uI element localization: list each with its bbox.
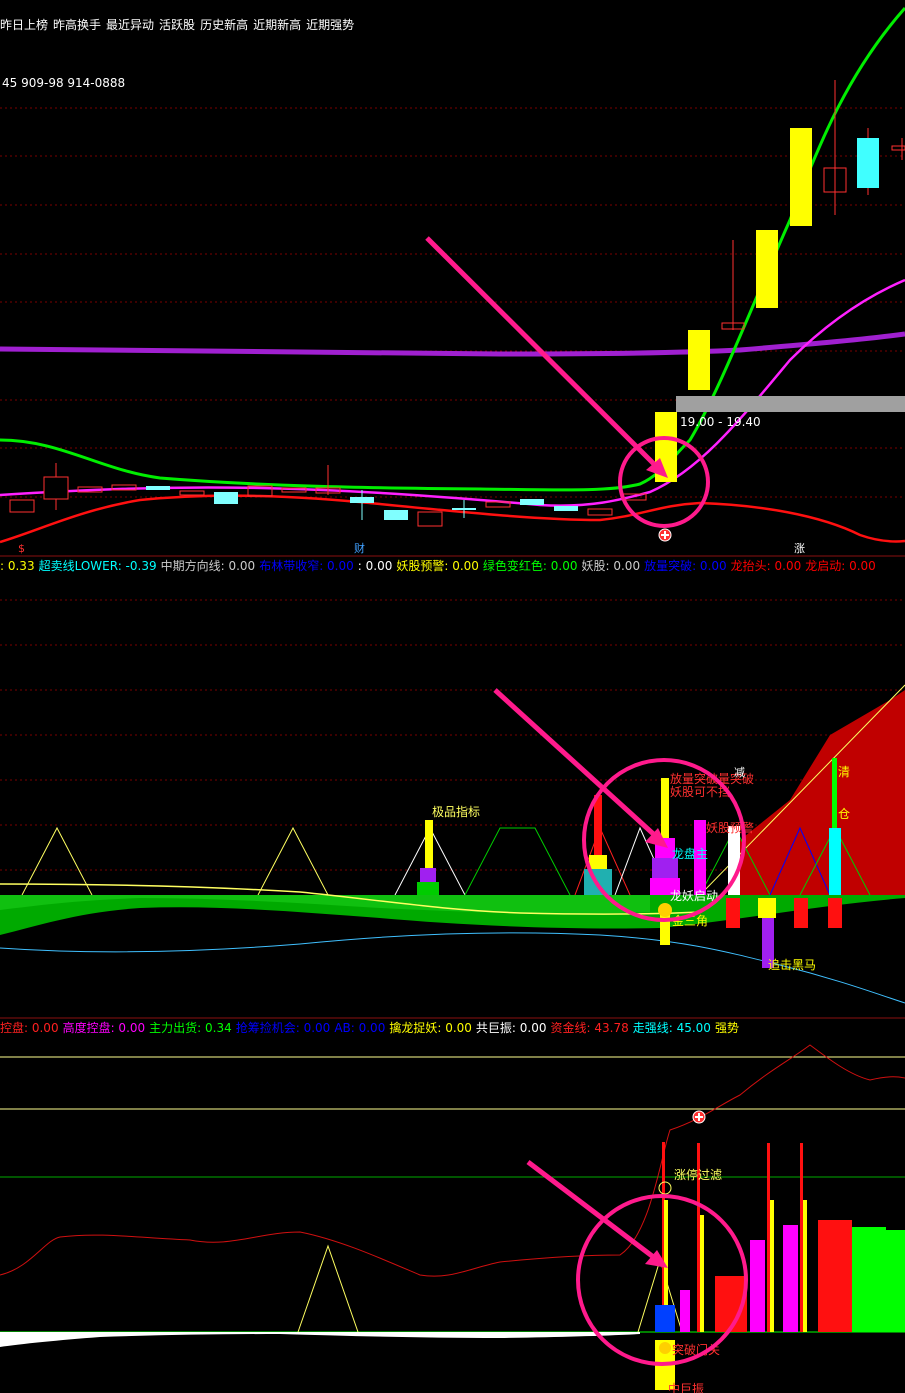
legend2-item: 主力出货: 0.34 bbox=[149, 1021, 232, 1035]
yellow-triangle-3 bbox=[297, 1244, 359, 1333]
legend1-item: 中期方向线: 0.00 bbox=[160, 559, 256, 573]
smiley-icon bbox=[658, 903, 672, 917]
legend1-item: 妖股预警: 0.00 bbox=[396, 559, 479, 573]
legend1-item: 布林带收窄: 0.00 bbox=[259, 559, 354, 573]
legend1-item: : 0.33 bbox=[0, 559, 35, 573]
plus-circle-icon bbox=[658, 528, 672, 542]
legend1-item: 妖股: 0.00 bbox=[581, 559, 641, 573]
label-yaogu-yujing: 妖股预警 bbox=[706, 820, 754, 835]
indicator-legend-2: 控盘: 0.00 高度控盘: 0.00 主力出货: 0.34 抢筹捡机会: 0.00 A… bbox=[0, 1019, 743, 1035]
dollar-marker: $ bbox=[18, 542, 25, 555]
legend2-item: 资金线: 43.78 bbox=[550, 1021, 629, 1035]
plus-circle-icon-2 bbox=[692, 1110, 706, 1124]
label-zhangting: 涨停过滤 bbox=[674, 1167, 722, 1182]
stock-chart-canvas[interactable]: 19.00 - 19.40 $ 财 涨 极品指标 放量突破量突破 妖股可不挡 减… bbox=[0, 0, 905, 1393]
candles bbox=[9, 80, 905, 527]
legend1-item: 绿色变红色: 0.00 bbox=[482, 559, 578, 573]
long-ma-line bbox=[0, 331, 905, 357]
legend1-item: 超卖线LOWER: -0.39 bbox=[38, 559, 157, 573]
label-jipin: 极品指标 bbox=[432, 804, 480, 819]
label-qing: 清 bbox=[838, 765, 850, 779]
legend2-item: 强势 bbox=[714, 1021, 739, 1035]
lower-band-line bbox=[0, 494, 905, 544]
middle-band-line bbox=[0, 278, 905, 507]
legend2-item: 擒龙捉妖: 0.00 bbox=[389, 1021, 472, 1035]
legend1-item: 龙启动: 0.00 bbox=[805, 559, 876, 573]
legend2-item: 高度控盘: 0.00 bbox=[62, 1021, 146, 1035]
cai-marker: 财 bbox=[354, 541, 365, 555]
legend2-item: AB: 0.00 bbox=[334, 1021, 386, 1035]
label-longyao: 龙妖启动 bbox=[670, 889, 718, 903]
label-heima: 追击黑马 bbox=[768, 957, 816, 972]
label-longpan: 龙盘主 bbox=[672, 846, 708, 861]
label-zhongju: 中巨振 bbox=[668, 1381, 704, 1393]
legend2-item: 抢筹捡机会: 0.00 bbox=[235, 1021, 331, 1035]
zhang-marker: 涨 bbox=[794, 542, 805, 555]
white-volume-area bbox=[0, 1332, 640, 1347]
price-range-label: 19.00 - 19.40 bbox=[680, 415, 761, 429]
red-area-shape bbox=[740, 690, 905, 895]
legend2-item: 走强线: 45.00 bbox=[632, 1021, 711, 1035]
label-yaogu-bugang: 妖股可不挡 bbox=[670, 785, 730, 799]
label-jian: 减 bbox=[734, 766, 745, 779]
legend1-item: 龙抬头: 0.00 bbox=[730, 559, 802, 573]
legend2-item: 共巨振: 0.00 bbox=[475, 1021, 547, 1035]
legend2-item: 控盘: 0.00 bbox=[0, 1021, 59, 1035]
legend1-item: : 0.00 bbox=[357, 559, 393, 573]
dollar-coin-icon bbox=[659, 1342, 671, 1354]
indicator-legend-1: : 0.33 超卖线LOWER: -0.39 中期方向线: 0.00 布林带收窄: 0… bbox=[0, 557, 880, 573]
legend1-item: 放量突破: 0.00 bbox=[644, 559, 727, 573]
label-cang: 仓 bbox=[838, 807, 850, 821]
price-label-box bbox=[676, 396, 905, 412]
